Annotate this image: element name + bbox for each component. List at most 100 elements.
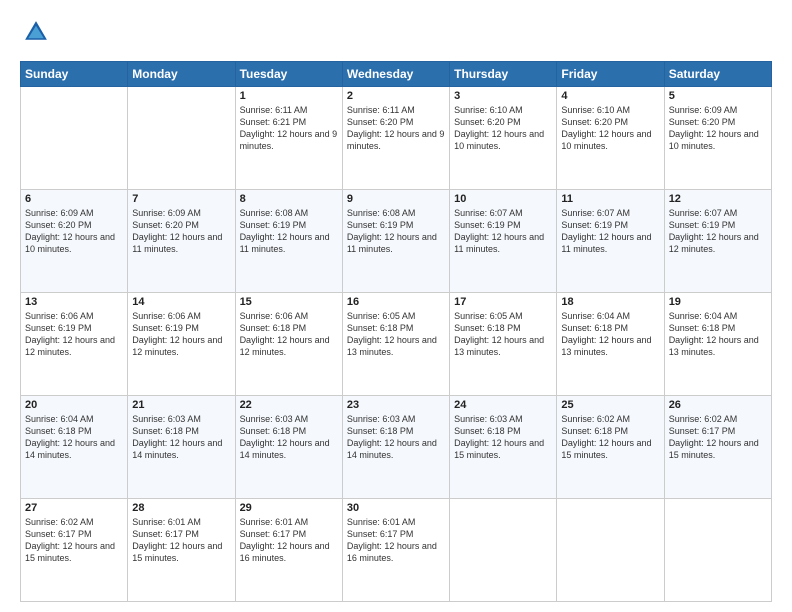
calendar-cell: 25 Sunrise: 6:02 AM Sunset: 6:18 PM Dayli…	[557, 396, 664, 499]
day-info: Sunrise: 6:05 AM Sunset: 6:18 PM Dayligh…	[347, 310, 445, 359]
week-row-3: 13 Sunrise: 6:06 AM Sunset: 6:19 PM Dayli…	[21, 293, 772, 396]
weekday-header-friday: Friday	[557, 62, 664, 87]
weekday-header-saturday: Saturday	[664, 62, 771, 87]
day-info: Sunrise: 6:07 AM Sunset: 6:19 PM Dayligh…	[454, 207, 552, 256]
week-row-4: 20 Sunrise: 6:04 AM Sunset: 6:18 PM Dayli…	[21, 396, 772, 499]
calendar-cell: 19Sunrise: 6:04 AM Sunset: 6:18 PM Dayli…	[664, 293, 771, 396]
calendar-cell	[557, 499, 664, 602]
day-info: Sunrise: 6:01 AM Sunset: 6:17 PM Dayligh…	[132, 516, 230, 565]
day-number: 5	[669, 90, 767, 102]
day-number: 22	[240, 399, 338, 411]
calendar-cell: 24 Sunrise: 6:03 AM Sunset: 6:18 PM Dayli…	[450, 396, 557, 499]
day-info: Sunrise: 6:09 AM Sunset: 6:20 PM Dayligh…	[25, 207, 123, 256]
day-info: Sunrise: 6:04 AM Sunset: 6:18 PM Dayligh…	[25, 413, 123, 462]
day-info: Sunrise: 6:11 AM Sunset: 6:20 PM Dayligh…	[347, 104, 445, 153]
weekday-header-monday: Monday	[128, 62, 235, 87]
calendar-cell: 2 Sunrise: 6:11 AM Sunset: 6:20 PM Daylig…	[342, 87, 449, 190]
calendar-cell: 23 Sunrise: 6:03 AM Sunset: 6:18 PM Dayli…	[342, 396, 449, 499]
calendar-cell: 22 Sunrise: 6:03 AM Sunset: 6:18 PM Dayli…	[235, 396, 342, 499]
page: SundayMondayTuesdayWednesdayThursdayFrid…	[0, 0, 792, 612]
day-info: Sunrise: 6:06 AM Sunset: 6:18 PM Dayligh…	[240, 310, 338, 359]
day-number: 30	[347, 502, 445, 514]
calendar-cell: 26 Sunrise: 6:02 AM Sunset: 6:17 PM Dayli…	[664, 396, 771, 499]
day-number: 14	[132, 296, 230, 308]
day-info: Sunrise: 6:02 AM Sunset: 6:17 PM Dayligh…	[669, 413, 767, 462]
calendar-cell: 4 Sunrise: 6:10 AM Sunset: 6:20 PM Daylig…	[557, 87, 664, 190]
day-number: 10	[454, 193, 552, 205]
calendar-cell: 5Sunrise: 6:09 AM Sunset: 6:20 PM Daylig…	[664, 87, 771, 190]
day-info: Sunrise: 6:09 AM Sunset: 6:20 PM Dayligh…	[132, 207, 230, 256]
calendar-cell: 17 Sunrise: 6:05 AM Sunset: 6:18 PM Dayli…	[450, 293, 557, 396]
calendar-cell	[128, 87, 235, 190]
day-number: 19	[669, 296, 767, 308]
day-number: 4	[561, 90, 659, 102]
calendar-cell: 18 Sunrise: 6:04 AM Sunset: 6:18 PM Dayli…	[557, 293, 664, 396]
day-number: 11	[561, 193, 659, 205]
week-row-5: 27Sunrise: 6:02 AM Sunset: 6:17 PM Dayli…	[21, 499, 772, 602]
day-info: Sunrise: 6:10 AM Sunset: 6:20 PM Dayligh…	[454, 104, 552, 153]
day-info: Sunrise: 6:07 AM Sunset: 6:19 PM Dayligh…	[669, 207, 767, 256]
day-info: Sunrise: 6:07 AM Sunset: 6:19 PM Dayligh…	[561, 207, 659, 256]
week-row-1: 1 Sunrise: 6:11 AM Sunset: 6:21 PM Daylig…	[21, 87, 772, 190]
day-info: Sunrise: 6:02 AM Sunset: 6:18 PM Dayligh…	[561, 413, 659, 462]
weekday-header-tuesday: Tuesday	[235, 62, 342, 87]
weekday-header-sunday: Sunday	[21, 62, 128, 87]
day-info: Sunrise: 6:03 AM Sunset: 6:18 PM Dayligh…	[454, 413, 552, 462]
day-info: Sunrise: 6:03 AM Sunset: 6:18 PM Dayligh…	[347, 413, 445, 462]
calendar-cell: 9Sunrise: 6:08 AM Sunset: 6:19 PM Daylig…	[342, 190, 449, 293]
day-number: 18	[561, 296, 659, 308]
calendar-cell: 6 Sunrise: 6:09 AM Sunset: 6:20 PM Daylig…	[21, 190, 128, 293]
day-number: 28	[132, 502, 230, 514]
day-info: Sunrise: 6:10 AM Sunset: 6:20 PM Dayligh…	[561, 104, 659, 153]
calendar-cell	[21, 87, 128, 190]
day-info: Sunrise: 6:08 AM Sunset: 6:19 PM Dayligh…	[240, 207, 338, 256]
day-number: 23	[347, 399, 445, 411]
calendar-cell: 1 Sunrise: 6:11 AM Sunset: 6:21 PM Daylig…	[235, 87, 342, 190]
calendar-cell: 10 Sunrise: 6:07 AM Sunset: 6:19 PM Dayli…	[450, 190, 557, 293]
day-number: 21	[132, 399, 230, 411]
day-number: 8	[240, 193, 338, 205]
day-number: 25	[561, 399, 659, 411]
day-info: Sunrise: 6:11 AM Sunset: 6:21 PM Dayligh…	[240, 104, 338, 153]
day-info: Sunrise: 6:06 AM Sunset: 6:19 PM Dayligh…	[25, 310, 123, 359]
day-number: 16	[347, 296, 445, 308]
day-number: 15	[240, 296, 338, 308]
calendar-cell: 3Sunrise: 6:10 AM Sunset: 6:20 PM Daylig…	[450, 87, 557, 190]
day-number: 7	[132, 193, 230, 205]
header	[20, 18, 772, 51]
logo-icon	[22, 18, 50, 46]
weekday-header-thursday: Thursday	[450, 62, 557, 87]
day-number: 29	[240, 502, 338, 514]
calendar-cell: 16 Sunrise: 6:05 AM Sunset: 6:18 PM Dayli…	[342, 293, 449, 396]
calendar-cell: 14Sunrise: 6:06 AM Sunset: 6:19 PM Dayli…	[128, 293, 235, 396]
weekday-header-wednesday: Wednesday	[342, 62, 449, 87]
day-number: 12	[669, 193, 767, 205]
calendar-table: SundayMondayTuesdayWednesdayThursdayFrid…	[20, 61, 772, 602]
day-info: Sunrise: 6:03 AM Sunset: 6:18 PM Dayligh…	[240, 413, 338, 462]
day-info: Sunrise: 6:05 AM Sunset: 6:18 PM Dayligh…	[454, 310, 552, 359]
calendar-cell: 7 Sunrise: 6:09 AM Sunset: 6:20 PM Daylig…	[128, 190, 235, 293]
calendar-cell: 21Sunrise: 6:03 AM Sunset: 6:18 PM Dayli…	[128, 396, 235, 499]
calendar-cell: 15 Sunrise: 6:06 AM Sunset: 6:18 PM Dayli…	[235, 293, 342, 396]
day-number: 24	[454, 399, 552, 411]
day-number: 13	[25, 296, 123, 308]
day-info: Sunrise: 6:01 AM Sunset: 6:17 PM Dayligh…	[240, 516, 338, 565]
day-number: 6	[25, 193, 123, 205]
day-info: Sunrise: 6:04 AM Sunset: 6:18 PM Dayligh…	[561, 310, 659, 359]
day-number: 26	[669, 399, 767, 411]
day-info: Sunrise: 6:02 AM Sunset: 6:17 PM Dayligh…	[25, 516, 123, 565]
calendar-cell: 30Sunrise: 6:01 AM Sunset: 6:17 PM Dayli…	[342, 499, 449, 602]
calendar-cell: 12 Sunrise: 6:07 AM Sunset: 6:19 PM Dayli…	[664, 190, 771, 293]
day-number: 2	[347, 90, 445, 102]
day-number: 20	[25, 399, 123, 411]
calendar-cell: 28 Sunrise: 6:01 AM Sunset: 6:17 PM Dayli…	[128, 499, 235, 602]
calendar-cell: 11 Sunrise: 6:07 AM Sunset: 6:19 PM Dayli…	[557, 190, 664, 293]
logo	[20, 18, 50, 51]
day-number: 17	[454, 296, 552, 308]
calendar-cell	[450, 499, 557, 602]
calendar-cell: 27Sunrise: 6:02 AM Sunset: 6:17 PM Dayli…	[21, 499, 128, 602]
calendar-cell: 8 Sunrise: 6:08 AM Sunset: 6:19 PM Daylig…	[235, 190, 342, 293]
calendar-cell: 29 Sunrise: 6:01 AM Sunset: 6:17 PM Dayli…	[235, 499, 342, 602]
day-number: 1	[240, 90, 338, 102]
calendar-cell: 20 Sunrise: 6:04 AM Sunset: 6:18 PM Dayli…	[21, 396, 128, 499]
